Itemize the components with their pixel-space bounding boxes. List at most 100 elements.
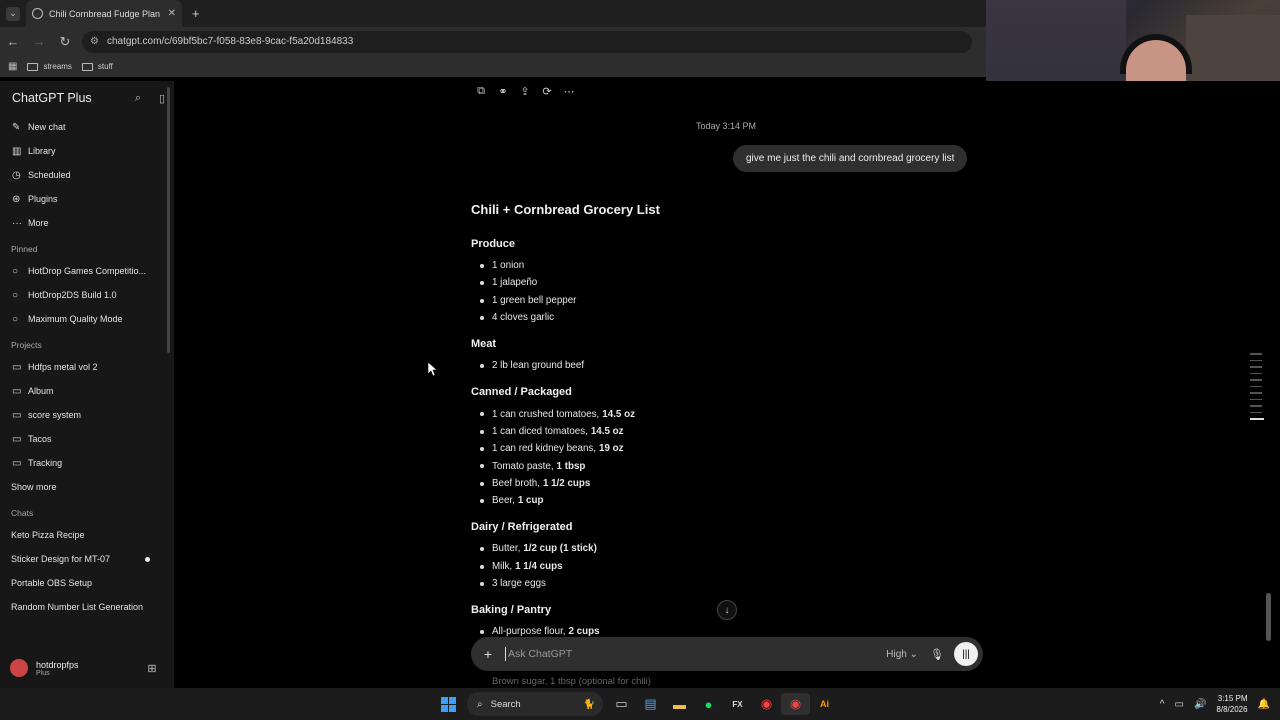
project-item[interactable]: ▭ Tacos xyxy=(0,427,174,451)
notification-bell-icon[interactable]: 🔔 xyxy=(1258,699,1270,710)
windows-logo-icon xyxy=(441,696,456,712)
taskbar-search-label: Search xyxy=(490,698,521,710)
chrome-icon[interactable]: ◉ xyxy=(752,693,781,715)
file-explorer-icon[interactable]: ▬ xyxy=(665,693,694,715)
pinned-item[interactable]: ○ Maximum Quality Mode xyxy=(0,307,174,331)
start-button[interactable] xyxy=(434,693,463,715)
illustrator-icon[interactable]: Ai xyxy=(810,693,839,715)
list-item-quantity: 2 cups xyxy=(568,626,600,638)
list-item: 1 can red kidney beans, 19 oz xyxy=(471,440,971,457)
notepad-icon[interactable]: ▤ xyxy=(636,693,665,715)
task-view-icon[interactable]: ▭ xyxy=(607,693,636,715)
volume-icon[interactable]: 🔊 xyxy=(1194,699,1206,710)
search-icon[interactable]: ⌕ xyxy=(126,92,150,105)
chrome-active-icon[interactable]: ◉ xyxy=(781,693,810,715)
taskbar-search[interactable]: ⌕ Search 🐈 xyxy=(467,692,603,716)
sidebar-item-library[interactable]: ▥ Library xyxy=(0,139,174,163)
clock-time: 3:15 PM xyxy=(1217,694,1248,703)
share-icon[interactable]: ⇪ xyxy=(514,85,536,98)
pinned-item[interactable]: ○ HotDrop2DS Build 1.0 xyxy=(0,283,174,307)
pinned-item[interactable]: ○ HotDrop Games Competitio... xyxy=(0,259,174,283)
gift-icon[interactable]: ⊞ xyxy=(140,662,164,675)
page-scrollbar[interactable] xyxy=(1266,593,1271,641)
hud-fx-icon[interactable]: FX xyxy=(723,693,752,715)
chat-input[interactable]: Ask ChatGPT xyxy=(505,647,886,661)
windows-taskbar: ⌕ Search 🐈 ▭ ▤ ▬ ● FX ◉ ◉ Ai ^ ▭ 🔊 3:15 … xyxy=(0,688,1280,720)
list-section-title: Meat xyxy=(471,338,497,351)
forward-icon[interactable]: → xyxy=(26,34,52,49)
microphone-icon[interactable]: 🎙 xyxy=(930,648,944,661)
sidebar-item-new-chat[interactable]: ✎ New chat xyxy=(0,115,174,139)
webcam-headset xyxy=(1120,34,1192,74)
back-icon[interactable]: ← xyxy=(0,34,26,49)
project-item[interactable]: ▭ Hdfps metal vol 2 xyxy=(0,355,174,379)
sidebar-item-label: Scheduled xyxy=(28,170,71,180)
sidebar-scrollbar[interactable] xyxy=(167,87,170,353)
bookmark-label: stuff xyxy=(97,62,113,71)
user-message: give me just the chili and cornbread gro… xyxy=(733,145,968,172)
answer-title: Chili + Cornbread Grocery List xyxy=(471,202,660,217)
taskbar-clock[interactable]: 3:15 PM 8/8/2026 xyxy=(1216,693,1247,715)
spotify-icon[interactable]: ● xyxy=(694,693,723,715)
list-section-title: Produce xyxy=(471,238,516,250)
translate-icon[interactable]: ⚭ xyxy=(492,85,514,98)
list-item: 1 jalapeño xyxy=(471,274,971,291)
regenerate-icon[interactable]: ⟳ xyxy=(536,85,558,98)
edit-icon: ✎ xyxy=(12,121,21,133)
mouse-cursor xyxy=(427,361,438,381)
chat-main: ⧉ ⚭ ⇪ ⟳ ⋯ Today 3:14 PM give me just the… xyxy=(174,81,1280,688)
section-projects-title: Projects xyxy=(11,340,42,350)
sidebar-item-label: More xyxy=(28,218,49,228)
project-item[interactable]: ▭ Album xyxy=(0,379,174,403)
bookmark-folder-streams[interactable]: streams xyxy=(27,62,72,71)
project-item[interactable]: ▭ Tracking xyxy=(0,451,174,475)
network-icon[interactable]: ▭ xyxy=(1175,699,1184,710)
chat-history-item[interactable]: Keto Pizza Recipe xyxy=(0,523,174,547)
list-item-quantity: 1 cup xyxy=(517,495,544,507)
app-brand[interactable]: ChatGPT Plus xyxy=(12,91,126,105)
sidebar-item-plugins[interactable]: ⊛ Plugins xyxy=(0,187,174,211)
assistant-answer: Chili + Cornbread Grocery List Produce 1 … xyxy=(471,202,971,640)
voice-mode-button[interactable]: ||| xyxy=(954,642,978,666)
message-composer[interactable]: + Ask ChatGPT High ⌄ 🎙 ||| xyxy=(471,637,983,671)
url-text: chatgpt.com/c/69bf5bc7-f058-83e8-9cac-f5… xyxy=(106,36,354,47)
tab-search-icon[interactable]: ⌄ xyxy=(6,6,20,21)
project-item[interactable]: ▭ score system xyxy=(0,403,174,427)
user-name: hotdropfps xyxy=(36,659,79,670)
chat-history-item[interactable]: Random Number List Generation xyxy=(0,595,174,619)
sidebar-item-more[interactable]: ··· More xyxy=(0,211,174,235)
bookmark-folder-stuff[interactable]: stuff xyxy=(81,62,113,71)
new-tab-icon[interactable]: + xyxy=(192,6,200,21)
sidebar-item-label: Plugins xyxy=(28,194,58,204)
answer-sections: Produce 1 onion 1 jalapeño 1 green bell pep… xyxy=(471,238,971,640)
add-attachment-icon[interactable]: + xyxy=(471,646,505,662)
tab-close-icon[interactable]: ✕ xyxy=(168,8,176,19)
more-icon: ··· xyxy=(12,217,22,229)
more-options-icon[interactable]: ⋯ xyxy=(558,85,580,98)
user-profile[interactable]: hotdropfps Plus ⊞ xyxy=(0,648,174,688)
chat-history-item[interactable]: Portable OBS Setup xyxy=(0,571,174,595)
reload-icon[interactable]: ↻ xyxy=(52,34,78,50)
grocery-list: 1 onion 1 jalapeño 1 green bell pepper 4 cl… xyxy=(471,257,971,326)
copy-icon[interactable]: ⧉ xyxy=(470,85,492,98)
chat-history-item[interactable]: Sticker Design for MT-07 xyxy=(0,547,174,571)
list-item: Beer, 1 cup xyxy=(471,492,971,509)
chat-item-label: Sticker Design for MT-07 xyxy=(11,554,111,564)
list-item-text: 3 large eggs xyxy=(492,578,546,589)
show-more-button[interactable]: Show more xyxy=(0,475,174,499)
conversation-minimap[interactable] xyxy=(1250,353,1264,425)
tab-chatgpt[interactable]: Chili Cornbread Fudge Plan ✕ xyxy=(26,0,182,27)
reasoning-level-select[interactable]: High ⌄ xyxy=(886,649,918,660)
list-item-text: 1 can diced tomatoes, xyxy=(492,425,588,437)
chat-item-label: Keto Pizza Recipe xyxy=(11,530,85,540)
apps-grid-icon[interactable]: ▦ xyxy=(8,61,17,72)
sidebar-toggle-icon[interactable]: ▯ xyxy=(150,92,174,105)
project-item-label: Tracking xyxy=(28,458,63,468)
sidebar-item-scheduled[interactable]: ◷ Scheduled xyxy=(0,163,174,187)
scroll-to-bottom-button[interactable]: ↓ xyxy=(717,600,737,620)
list-item-text: 1 green bell pepper xyxy=(492,294,577,306)
user-info: hotdropfps Plus xyxy=(36,660,79,677)
tray-overflow-icon[interactable]: ^ xyxy=(1160,699,1165,710)
site-info-icon[interactable]: ⚙ xyxy=(90,36,99,47)
url-input[interactable]: ⚙ chatgpt.com/c/69bf5bc7-f058-83e8-9cac-… xyxy=(82,30,972,53)
